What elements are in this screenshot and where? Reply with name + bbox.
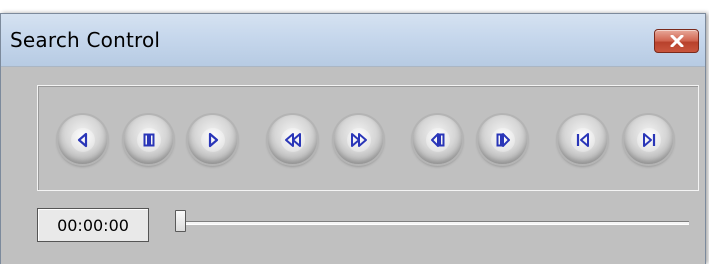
- fast-forward-button[interactable]: [334, 115, 383, 164]
- step-forward-icon: [496, 132, 510, 147]
- play-backward-icon: [77, 132, 87, 147]
- close-icon: [670, 35, 683, 47]
- title-bar[interactable]: Search Control: [1, 14, 705, 67]
- timeline-slider-thumb[interactable]: [175, 210, 186, 232]
- time-display: 00:00:00: [37, 208, 149, 242]
- step-backward-icon: [430, 132, 444, 147]
- timeline-slider-track[interactable]: [181, 221, 689, 225]
- play-button[interactable]: [188, 115, 237, 164]
- step-backward-button[interactable]: [413, 115, 462, 164]
- skip-to-end-icon: [642, 132, 655, 147]
- playback-controls-panel: [37, 85, 699, 191]
- play-icon: [208, 132, 218, 147]
- step-forward-button[interactable]: [478, 115, 527, 164]
- skip-to-start-icon: [576, 132, 589, 147]
- fast-rewind-button[interactable]: [268, 115, 317, 164]
- play-backward-button[interactable]: [58, 115, 107, 164]
- skip-to-end-button[interactable]: [624, 115, 673, 164]
- control-body: 00:00:00: [1, 67, 705, 264]
- pause-icon: [143, 133, 154, 146]
- pause-button[interactable]: [124, 115, 173, 164]
- search-control-window: Search Control 00:00:00: [0, 13, 706, 264]
- skip-to-start-button[interactable]: [558, 115, 607, 164]
- fast-rewind-icon: [284, 132, 301, 147]
- fast-forward-icon: [350, 132, 367, 147]
- window-title: Search Control: [10, 28, 161, 52]
- close-button[interactable]: [654, 29, 699, 53]
